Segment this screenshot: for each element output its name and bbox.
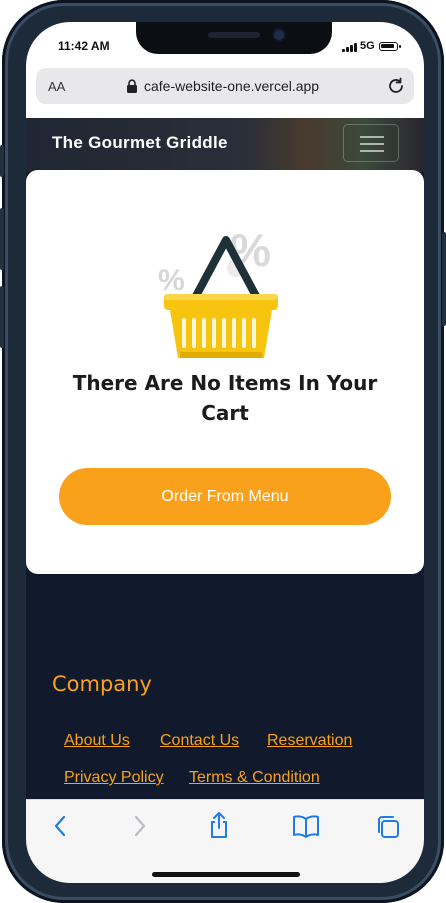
lock-icon (127, 79, 137, 93)
browser-toolbar (26, 799, 424, 883)
battery-icon (379, 42, 401, 51)
address-bar[interactable]: AA cafe-website-one.vercel.app (36, 68, 414, 104)
site-brand[interactable]: The Gourmet Griddle (52, 133, 228, 153)
menu-icon[interactable] (343, 124, 399, 162)
footer-link-terms[interactable]: Terms & Condition (189, 769, 320, 787)
browser-address-area: AA cafe-website-one.vercel.app (26, 68, 424, 118)
back-icon[interactable] (52, 814, 68, 838)
footer-link-about-us[interactable]: About Us (64, 732, 130, 750)
bookmarks-icon[interactable] (292, 814, 320, 838)
power-button (442, 232, 446, 326)
volume-down-button (0, 286, 4, 348)
notch (136, 22, 332, 54)
home-indicator[interactable] (152, 872, 300, 877)
footer-link-contact-us[interactable]: Contact Us (160, 732, 239, 750)
signal-icon (342, 43, 357, 52)
empty-cart-message: There Are No Items In Your Cart (72, 371, 378, 425)
reload-icon[interactable] (386, 76, 406, 96)
volume-up-button (0, 208, 4, 270)
phone-frame: 11:42 AM 5G AA cafe-website-one.vercel.a… (0, 0, 446, 903)
order-from-menu-button[interactable]: Order From Menu (59, 468, 391, 525)
footer-section-title: Company (52, 672, 152, 696)
footer-link-reservation[interactable]: Reservation (267, 732, 352, 750)
empty-cart-card: % % There Are No Items In Your Cart Orde… (26, 170, 424, 574)
front-camera (274, 30, 284, 40)
svg-text:%: % (158, 264, 185, 297)
screen: 11:42 AM 5G AA cafe-website-one.vercel.a… (26, 22, 424, 883)
mute-switch (0, 145, 4, 177)
shopping-basket-icon: % % (158, 224, 278, 358)
earpiece-speaker (208, 32, 260, 38)
url-text[interactable]: cafe-website-one.vercel.app (144, 78, 319, 94)
footer-link-privacy-policy[interactable]: Privacy Policy (64, 769, 164, 787)
site-navbar: The Gourmet Griddle (26, 118, 424, 172)
network-label: 5G (360, 40, 375, 52)
status-bar: 11:42 AM 5G (26, 22, 424, 68)
text-size-button[interactable]: AA (48, 79, 65, 94)
tabs-icon[interactable] (375, 814, 401, 840)
share-icon[interactable] (207, 811, 231, 839)
status-time: 11:42 AM (58, 39, 110, 53)
forward-icon[interactable] (132, 814, 148, 838)
